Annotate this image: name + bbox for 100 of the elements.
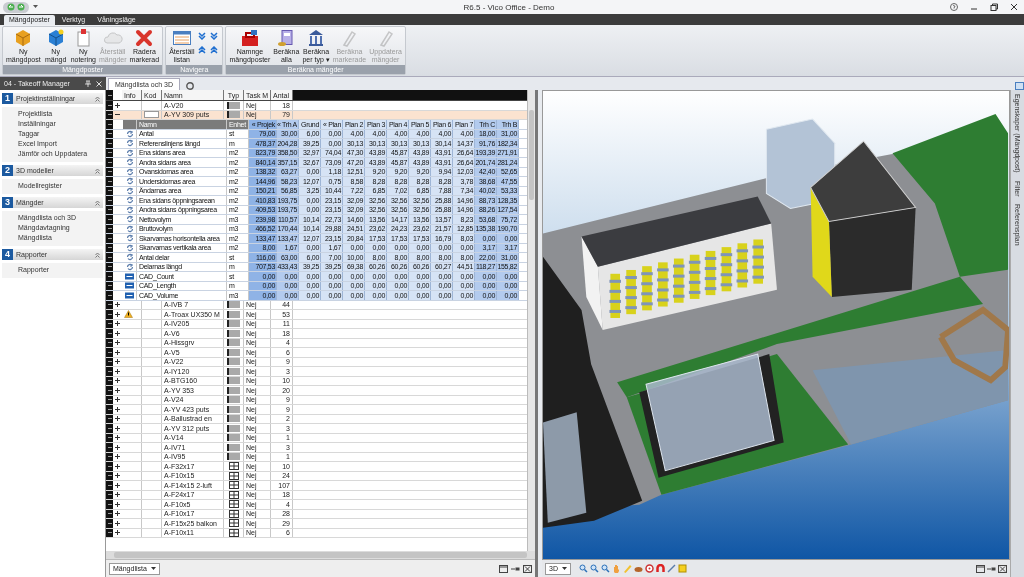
- scroll-thumb[interactable]: [114, 552, 527, 558]
- double-chevron-down-icon[interactable]: [210, 32, 219, 40]
- row-header[interactable]: [106, 129, 113, 138]
- expand-icon[interactable]: [114, 348, 121, 356]
- row-header[interactable]: [106, 90, 113, 100]
- expand-icon[interactable]: [114, 453, 121, 461]
- row-header[interactable]: [106, 205, 113, 214]
- row-header[interactable]: [106, 509, 113, 518]
- magnifier-icon[interactable]: [589, 564, 599, 573]
- row-header[interactable]: [106, 120, 113, 129]
- row-header[interactable]: [106, 224, 113, 233]
- double-chevron-up-icon[interactable]: [198, 46, 207, 54]
- row-header[interactable]: [106, 367, 113, 376]
- row-header[interactable]: [106, 234, 113, 243]
- row-header[interactable]: [106, 300, 113, 309]
- row-header[interactable]: [106, 101, 113, 110]
- row-header[interactable]: [106, 272, 113, 281]
- row-header[interactable]: [106, 319, 113, 328]
- expand-icon[interactable]: [114, 462, 121, 470]
- expand-icon[interactable]: [114, 519, 121, 527]
- row-header[interactable]: [106, 376, 113, 385]
- row-header[interactable]: [106, 386, 113, 395]
- expand-icon[interactable]: [114, 415, 121, 423]
- row-header[interactable]: [106, 500, 113, 509]
- row-header[interactable]: [106, 338, 113, 347]
- add-tab-icon[interactable]: [186, 82, 194, 90]
- row-header[interactable]: [106, 110, 113, 119]
- caret-icon[interactable]: [33, 5, 38, 9]
- row-header[interactable]: [106, 291, 113, 300]
- row-header[interactable]: [106, 519, 113, 528]
- expand-icon[interactable]: [114, 101, 121, 109]
- pin-icon[interactable]: [85, 80, 91, 87]
- maximize-icon[interactable]: [976, 564, 985, 573]
- expand-icon[interactable]: [114, 301, 121, 309]
- restore-icon[interactable]: [990, 3, 998, 11]
- brick-icon[interactable]: [633, 564, 643, 573]
- row-header[interactable]: [106, 414, 113, 423]
- magnifier-icon[interactable]: [578, 564, 588, 573]
- row-header[interactable]: [106, 462, 113, 471]
- row-header[interactable]: [106, 433, 113, 442]
- row-header[interactable]: [106, 139, 113, 148]
- expand-icon[interactable]: [114, 310, 121, 318]
- row-header[interactable]: [106, 490, 113, 499]
- row-header[interactable]: [106, 177, 113, 186]
- row-header[interactable]: [106, 471, 113, 480]
- expand-icon[interactable]: [114, 434, 121, 442]
- row-header[interactable]: [106, 253, 113, 262]
- code-field[interactable]: [144, 111, 159, 119]
- panel-icon[interactable]: [1015, 82, 1024, 90]
- row-header[interactable]: [106, 158, 113, 167]
- row-header[interactable]: [106, 357, 113, 366]
- expand-icon[interactable]: [114, 405, 121, 413]
- target-icon[interactable]: [644, 564, 654, 573]
- row-header[interactable]: [106, 395, 113, 404]
- magnet-icon[interactable]: [655, 564, 665, 573]
- expand-icon[interactable]: [114, 491, 121, 499]
- vertical-scrollbar[interactable]: [527, 90, 535, 551]
- collapse-icon[interactable]: [95, 167, 100, 174]
- expand-icon[interactable]: [114, 386, 121, 394]
- expand-icon[interactable]: [114, 510, 121, 518]
- ruler-icon[interactable]: [666, 564, 676, 573]
- row-header[interactable]: [106, 243, 113, 252]
- row-header[interactable]: [106, 148, 113, 157]
- horizontal-scrollbar[interactable]: [106, 551, 535, 559]
- row-header[interactable]: [106, 196, 113, 205]
- row-header[interactable]: [106, 310, 113, 319]
- expand-icon[interactable]: [114, 367, 121, 375]
- row-header[interactable]: [106, 452, 113, 461]
- scroll-thumb[interactable]: [529, 110, 534, 200]
- row-header[interactable]: [106, 167, 113, 176]
- expand-icon[interactable]: [114, 358, 121, 366]
- expand-icon[interactable]: [114, 320, 121, 328]
- magnifier-icon[interactable]: [600, 564, 610, 573]
- row-header[interactable]: [106, 329, 113, 338]
- row-header[interactable]: [106, 481, 113, 490]
- row-header[interactable]: [106, 424, 113, 433]
- close-icon[interactable]: [1010, 3, 1018, 11]
- expand-icon[interactable]: [114, 339, 121, 347]
- expand-icon[interactable]: [114, 329, 121, 337]
- close-icon[interactable]: [998, 564, 1007, 573]
- collapse-icon[interactable]: [95, 95, 100, 102]
- expand-icon[interactable]: [114, 396, 121, 404]
- expand-icon[interactable]: [114, 500, 121, 508]
- row-header[interactable]: [106, 443, 113, 452]
- row-header[interactable]: [106, 215, 113, 224]
- row-header[interactable]: [106, 405, 113, 414]
- expand-icon[interactable]: [114, 529, 121, 537]
- row-header[interactable]: [106, 528, 113, 537]
- collapse-icon[interactable]: [95, 199, 100, 206]
- double-chevron-down-icon[interactable]: [198, 32, 207, 40]
- row-header[interactable]: [106, 281, 113, 290]
- expand-icon[interactable]: [114, 377, 121, 385]
- expand-icon[interactable]: [114, 424, 121, 432]
- expand-icon[interactable]: [114, 443, 121, 451]
- close-icon[interactable]: [523, 564, 532, 573]
- row-header[interactable]: [106, 186, 113, 195]
- double-chevron-up-icon[interactable]: [210, 46, 219, 54]
- help-icon[interactable]: [950, 3, 958, 11]
- row-header[interactable]: [106, 262, 113, 271]
- maximize-icon[interactable]: [499, 564, 508, 573]
